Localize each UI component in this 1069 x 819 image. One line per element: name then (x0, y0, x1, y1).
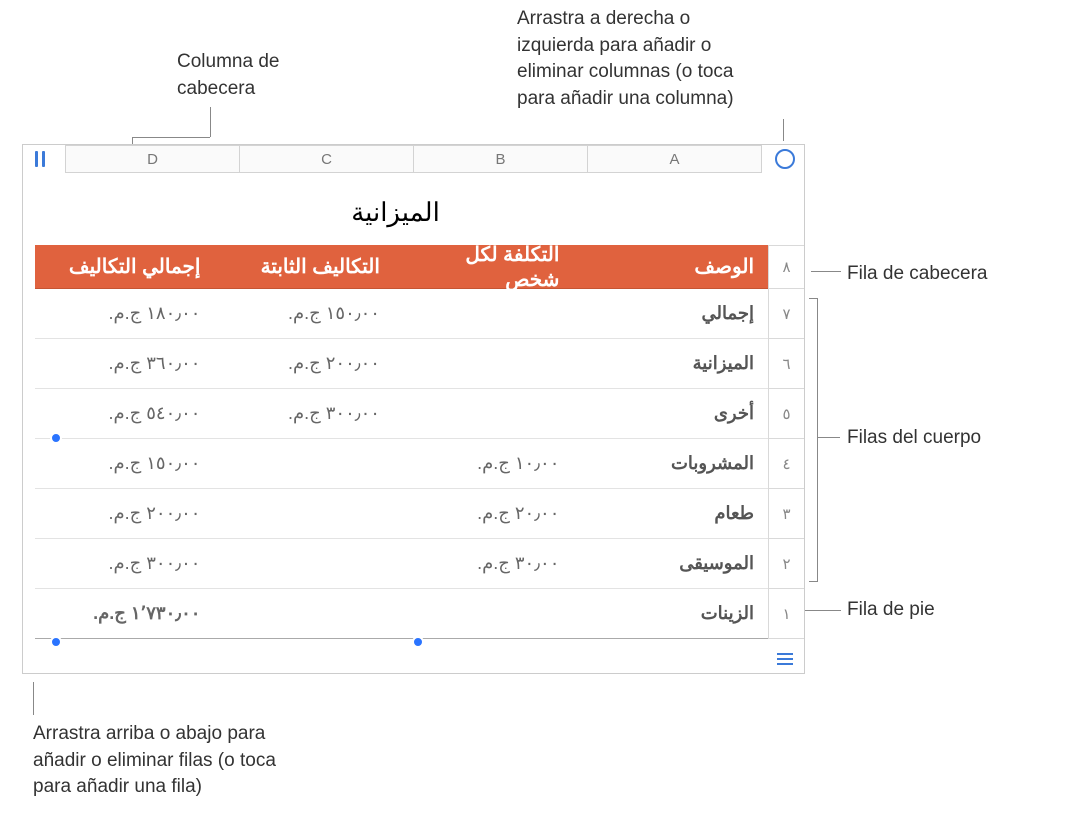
row-number[interactable]: ٢ (768, 539, 804, 589)
header-row: الوصف التكلفة لكل شخص التكاليف الثابتة إ… (35, 245, 768, 289)
table-row: الميزانية ٢٠٠٫٠٠ ج.م. ٣٦٠٫٠٠ ج.م. (35, 339, 768, 389)
column-tab[interactable]: D (65, 145, 239, 173)
row-number[interactable]: ٧ (768, 289, 804, 339)
callout-drag-columns: Arrastra a derecha o izquierda para añad… (517, 6, 734, 112)
cell-per-person[interactable]: ٢٠٫٠٠ ج.م. (394, 503, 573, 524)
column-header-bar: A B C D (65, 145, 762, 173)
cell-desc[interactable]: الموسيقى (573, 553, 768, 574)
add-column-button[interactable] (23, 144, 57, 174)
cell-total[interactable]: ١٬٧٣٠٫٠٠ ج.م. (35, 603, 214, 624)
header-cell-total[interactable]: إجمالي التكاليف (35, 254, 214, 279)
column-tab[interactable]: B (413, 145, 587, 173)
table-row: أخرى ٣٠٠٫٠٠ ج.م. ٥٤٠٫٠٠ ج.م. (35, 389, 768, 439)
column-tab[interactable]: C (239, 145, 413, 173)
row-number[interactable]: ٦ (768, 339, 804, 389)
callout-footer-row: Fila de pie (847, 597, 935, 624)
table-row: إجمالي ١٥٠٫٠٠ ج.م. ١٨٠٫٠٠ ج.م. (35, 289, 768, 339)
cell-desc[interactable]: الزينات (573, 603, 768, 624)
cell-desc[interactable]: الميزانية (573, 353, 768, 374)
column-tab[interactable]: A (587, 145, 762, 173)
header-cell-per-person[interactable]: التكلفة لكل شخص (394, 242, 573, 292)
cell-desc[interactable]: المشروبات (573, 453, 768, 474)
columns-icon (35, 151, 45, 167)
cell-desc[interactable]: أخرى (573, 403, 768, 424)
cell-fixed[interactable]: ١٥٠٫٠٠ ج.م. (214, 303, 393, 324)
callout-line (33, 682, 34, 715)
callout-header-row: Fila de cabecera (847, 261, 987, 288)
selection-handle[interactable] (50, 636, 62, 648)
cell-fixed[interactable]: ٣٠٠٫٠٠ ج.م. (214, 403, 393, 424)
cell-per-person[interactable]: ١٠٫٠٠ ج.م. (394, 453, 573, 474)
cell-total[interactable]: ١٥٠٫٠٠ ج.م. (35, 453, 214, 474)
cell-desc[interactable]: طعام (573, 503, 768, 524)
selection-handle[interactable] (412, 636, 424, 648)
ring-icon (775, 149, 795, 169)
cell-desc[interactable]: إجمالي (573, 303, 768, 324)
callout-column-header: Columna de cabecera (177, 49, 279, 102)
bracket-body-rows (810, 298, 818, 582)
header-cell-fixed[interactable]: التكاليف الثابتة (214, 254, 393, 279)
cell-total[interactable]: ٥٤٠٫٠٠ ج.م. (35, 403, 214, 424)
row-number[interactable]: ٨ (768, 245, 804, 289)
cell-total[interactable]: ٣٦٠٫٠٠ ج.م. (35, 353, 214, 374)
callout-body-rows: Filas del cuerpo (847, 425, 981, 452)
cell-total[interactable]: ١٨٠٫٠٠ ج.م. (35, 303, 214, 324)
table-row: الموسيقى ٣٠٫٠٠ ج.م. ٣٠٠٫٠٠ ج.م. (35, 539, 768, 589)
row-number-gutter: ٨ ٧ ٦ ٥ ٤ ٣ ٢ ١ (768, 245, 804, 639)
selection-handle[interactable] (50, 432, 62, 444)
spreadsheet-frame: A B C D الميزانية ٨ ٧ ٦ ٥ ٤ ٣ ٢ ١ الوصف … (22, 144, 805, 674)
cell-total[interactable]: ٢٠٠٫٠٠ ج.م. (35, 503, 214, 524)
data-table: الوصف التكلفة لكل شخص التكاليف الثابتة إ… (35, 245, 768, 639)
callout-line (783, 119, 784, 141)
callout-drag-rows: Arrastra arriba o abajo para añadir o el… (33, 721, 276, 801)
row-number[interactable]: ٤ (768, 439, 804, 489)
cell-per-person[interactable]: ٣٠٫٠٠ ج.م. (394, 553, 573, 574)
callout-line (132, 137, 210, 138)
row-number[interactable]: ١ (768, 589, 804, 639)
callout-line (811, 271, 841, 272)
table-handle-corner[interactable] (768, 144, 802, 174)
table-title: الميزانية (23, 197, 768, 228)
footer-row: الزينات ١٬٧٣٠٫٠٠ ج.م. (35, 589, 768, 639)
table-row: المشروبات ١٠٫٠٠ ج.م. ١٥٠٫٠٠ ج.م. (35, 439, 768, 489)
rows-icon (777, 653, 793, 665)
cell-fixed[interactable]: ٢٠٠٫٠٠ ج.م. (214, 353, 393, 374)
callout-line (818, 437, 840, 438)
table-row: طعام ٢٠٫٠٠ ج.م. ٢٠٠٫٠٠ ج.م. (35, 489, 768, 539)
callout-line (210, 107, 211, 137)
header-cell-desc[interactable]: الوصف (573, 254, 768, 279)
row-number[interactable]: ٥ (768, 389, 804, 439)
cell-total[interactable]: ٣٠٠٫٠٠ ج.م. (35, 553, 214, 574)
add-row-button[interactable] (768, 644, 802, 674)
row-number[interactable]: ٣ (768, 489, 804, 539)
